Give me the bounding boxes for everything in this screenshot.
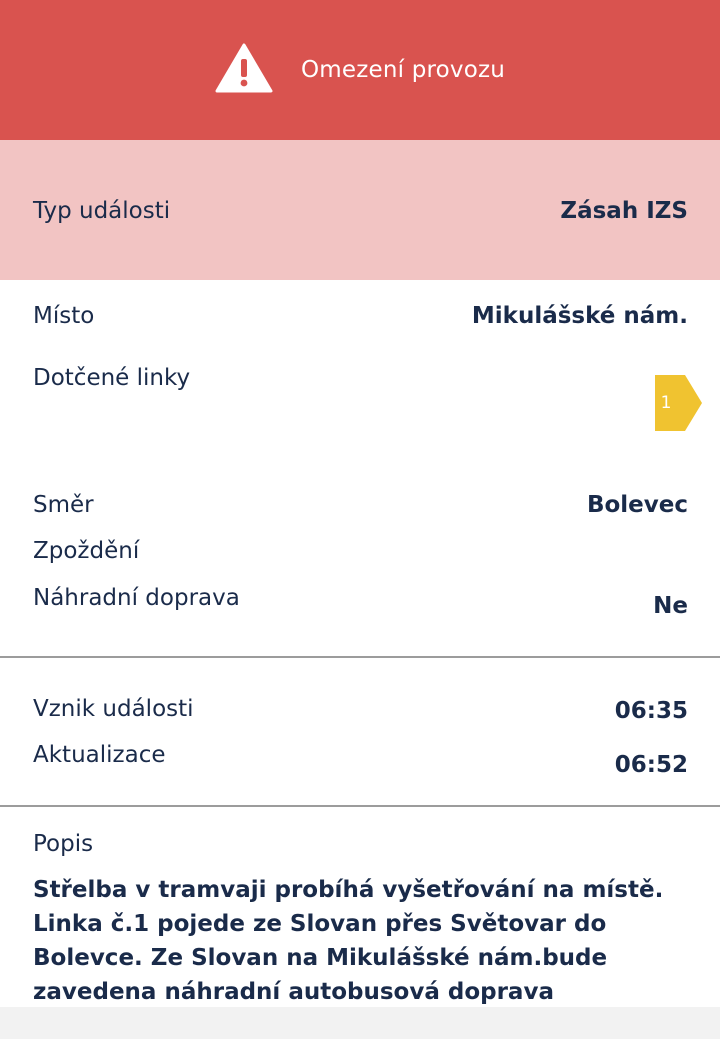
event-type-value: Zásah IZS	[560, 198, 688, 224]
direction-value: Bolevec	[586, 492, 688, 518]
description-text: Střelba v tramvaji probíhá vyšetřování n…	[33, 877, 664, 1005]
alert-title: Omezení provozu	[300, 57, 506, 83]
line-number: 1	[660, 393, 672, 413]
affected-lines-label: Dotčené linky	[33, 365, 191, 391]
replacement-transport-value: Ne	[653, 593, 688, 619]
description-section: Popis Střelba v tramvaji probíhá vyšetřo…	[0, 807, 720, 1007]
warning-icon	[215, 43, 273, 93]
event-type-row: Typ události Zásah IZS	[0, 140, 720, 280]
description-label: Popis	[33, 831, 94, 857]
event-times-section: Vznik události 06:35 Aktualizace 06:52	[0, 658, 720, 805]
direction-label: Směr	[33, 492, 94, 518]
line-badge[interactable]: 1	[655, 375, 703, 431]
location-label: Místo	[33, 303, 95, 329]
updated-value: 06:52	[614, 752, 688, 778]
event-details-section: Místo Mikulášské nám. Dotčené linky 1 Sm…	[0, 280, 720, 656]
replacement-transport-label: Náhradní doprava	[33, 585, 240, 611]
delay-label: Zpoždění	[33, 538, 140, 564]
created-label: Vznik události	[33, 696, 194, 722]
created-value: 06:35	[614, 698, 688, 724]
location-value: Mikulášské nám.	[471, 303, 688, 329]
alert-header: Omezení provozu	[0, 0, 720, 140]
event-type-label: Typ události	[33, 198, 171, 224]
updated-label: Aktualizace	[33, 742, 166, 768]
